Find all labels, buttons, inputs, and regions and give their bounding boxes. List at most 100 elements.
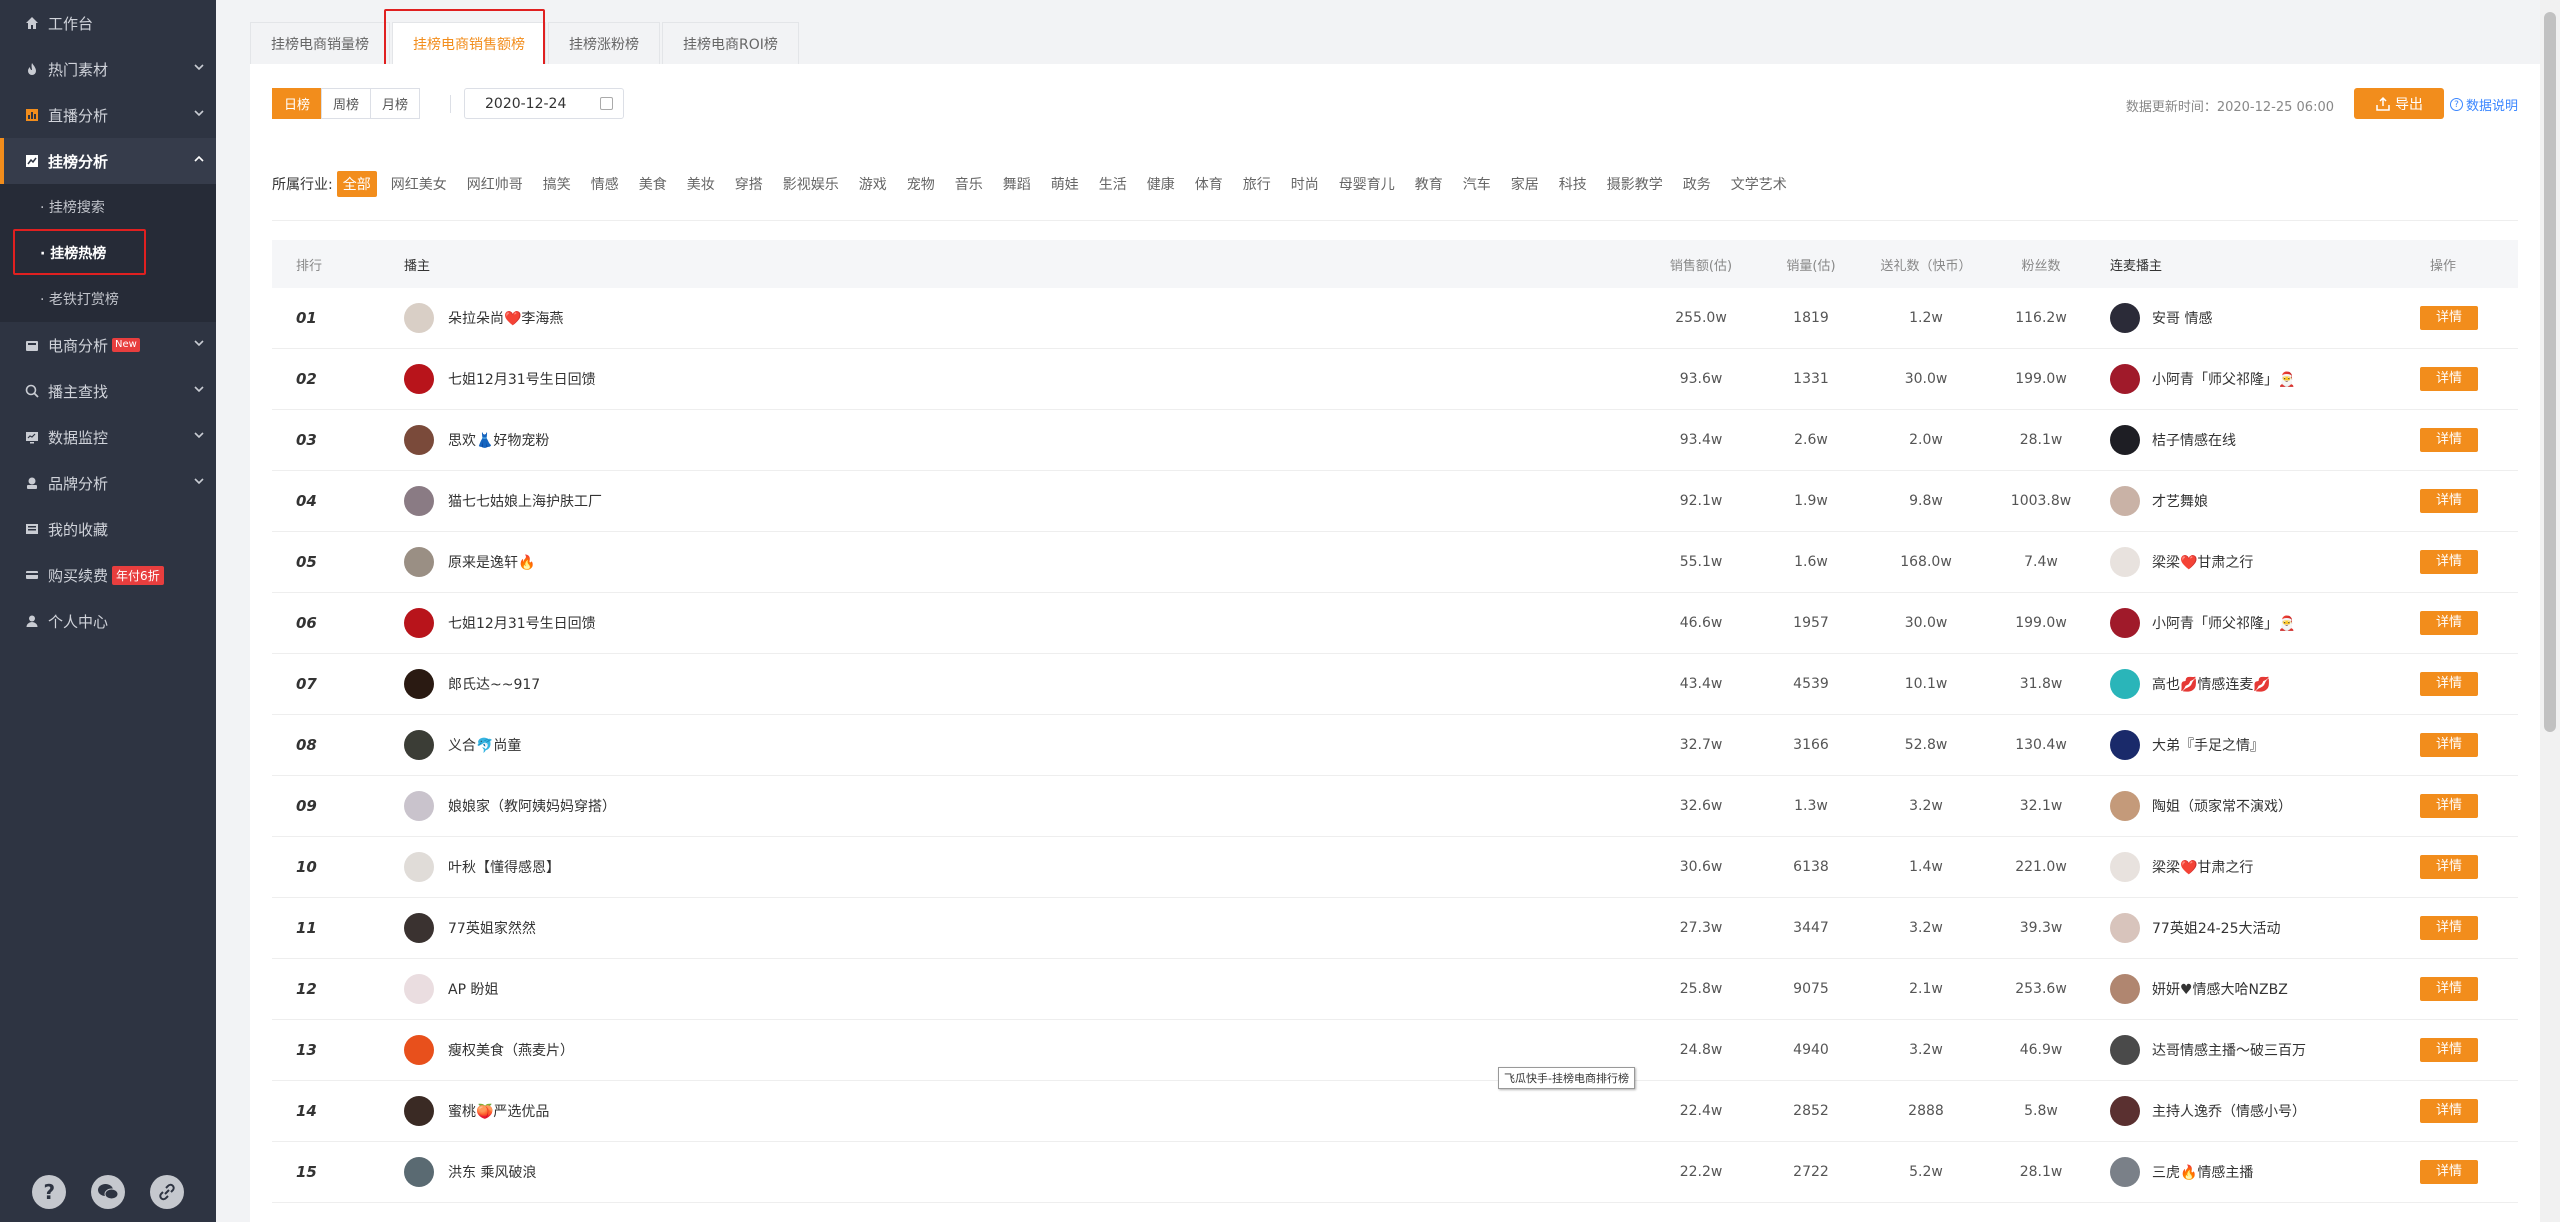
industry-tag[interactable]: 政务 — [1677, 171, 1717, 197]
linked-anchor-cell[interactable]: 小阿青「师父祁隆」🎅 — [2096, 608, 2400, 638]
industry-tag[interactable]: 美食 — [633, 171, 673, 197]
anchor-cell[interactable]: 蜜桃🍑严选优品 — [404, 1096, 1646, 1126]
detail-button[interactable]: 详情 — [2420, 489, 2478, 513]
detail-button[interactable]: 详情 — [2420, 428, 2478, 452]
tab-ecommerce-roi[interactable]: 挂榜电商ROI榜 — [662, 22, 799, 64]
anchor-cell[interactable]: AP 盼姐 — [404, 974, 1646, 1004]
detail-button[interactable]: 详情 — [2420, 977, 2478, 1001]
table-row[interactable]: 07 郎氏达~~917 43.4w 4539 10.1w 31.8w 高也💋情感连麦💋 详情 — [272, 654, 2518, 715]
industry-tag[interactable]: 萌娃 — [1045, 171, 1085, 197]
industry-tag[interactable]: 母婴育儿 — [1333, 171, 1401, 197]
linked-anchor-cell[interactable]: 陶姐（顽家常不演戏） — [2096, 791, 2400, 821]
industry-tag[interactable]: 教育 — [1409, 171, 1449, 197]
detail-button[interactable]: 详情 — [2420, 306, 2478, 330]
help-icon[interactable]: ? — [32, 1175, 67, 1209]
industry-tag[interactable]: 影视娱乐 — [777, 171, 845, 197]
sidebar-item-brand-analysis[interactable]: 品牌分析 — [0, 460, 216, 506]
table-row[interactable]: 06 七姐12月31号生日回馈 46.6w 1957 30.0w 199.0w 小阿青「师父… — [272, 593, 2518, 654]
industry-tag[interactable]: 情感 — [585, 171, 625, 197]
sidebar-item-live-analysis[interactable]: 直播分析 — [0, 92, 216, 138]
detail-button[interactable]: 详情 — [2420, 794, 2478, 818]
detail-button[interactable]: 详情 — [2420, 1099, 2478, 1123]
industry-tag[interactable]: 网红美女 — [385, 171, 453, 197]
header-gifts[interactable]: 送礼数（快币） — [1866, 255, 1986, 274]
industry-tag[interactable]: 汽车 — [1457, 171, 1497, 197]
linked-anchor-cell[interactable]: 高也💋情感连麦💋 — [2096, 669, 2400, 699]
link-icon[interactable] — [149, 1175, 184, 1209]
industry-tag[interactable]: 旅行 — [1237, 171, 1277, 197]
sidebar-item-rank-analysis[interactable]: 挂榜分析 — [0, 138, 216, 184]
export-button[interactable]: 导出 — [2354, 88, 2444, 119]
header-quantity[interactable]: 销量(估) — [1756, 255, 1866, 274]
anchor-cell[interactable]: 义合🐬尚童 — [404, 730, 1646, 760]
detail-button[interactable]: 详情 — [2420, 611, 2478, 635]
date-picker[interactable]: 2020-12-24 — [464, 88, 624, 119]
industry-tag[interactable]: 穿搭 — [729, 171, 769, 197]
period-monthly-button[interactable]: 月榜 — [370, 88, 421, 119]
industry-tag[interactable]: 家居 — [1505, 171, 1545, 197]
sidebar-item-data-monitor[interactable]: 数据监控 — [0, 414, 216, 460]
sidebar-subitem-rank-search[interactable]: · 挂榜搜索 — [0, 184, 216, 230]
anchor-cell[interactable]: 洪东 乘风破浪 — [404, 1157, 1646, 1187]
industry-tag[interactable]: 网红帅哥 — [461, 171, 529, 197]
sidebar-item-hot-material[interactable]: 热门素材 — [0, 46, 216, 92]
detail-button[interactable]: 详情 — [2420, 1160, 2478, 1184]
anchor-cell[interactable]: 七姐12月31号生日回馈 — [404, 364, 1646, 394]
linked-anchor-cell[interactable]: 大弟『手足之情』 — [2096, 730, 2400, 760]
table-row[interactable]: 09 娘娘家（教阿姨妈妈穿搭） 32.6w 1.3w 3.2w 32.1w 陶姐（顽家常不演… — [272, 776, 2518, 837]
industry-tag[interactable]: 美妆 — [681, 171, 721, 197]
linked-anchor-cell[interactable]: 三虎🔥情感主播 — [2096, 1157, 2400, 1187]
anchor-cell[interactable]: 七姐12月31号生日回馈 — [404, 608, 1646, 638]
linked-anchor-cell[interactable]: 梁梁❤️甘肃之行 — [2096, 547, 2400, 577]
anchor-cell[interactable]: 郎氏达~~917 — [404, 669, 1646, 699]
industry-tag[interactable]: 文学艺术 — [1725, 171, 1793, 197]
anchor-cell[interactable]: 朵拉朵尚❤️李海燕 — [404, 303, 1646, 333]
industry-tag[interactable]: 时尚 — [1285, 171, 1325, 197]
industry-tag[interactable]: 游戏 — [853, 171, 893, 197]
period-weekly-button[interactable]: 周榜 — [321, 88, 372, 119]
detail-button[interactable]: 详情 — [2420, 916, 2478, 940]
table-row[interactable]: 14 蜜桃🍑严选优品 22.4w 2852 2888 5.8w 主持人逸乔（情感小号） 详情 — [272, 1081, 2518, 1142]
industry-tag[interactable]: 科技 — [1553, 171, 1593, 197]
linked-anchor-cell[interactable]: 主持人逸乔（情感小号） — [2096, 1096, 2400, 1126]
linked-anchor-cell[interactable]: 安哥 情感 — [2096, 303, 2400, 333]
industry-tag[interactable]: 搞笑 — [537, 171, 577, 197]
sidebar-item-profile[interactable]: 个人中心 — [0, 598, 216, 644]
header-sales[interactable]: 销售额(估) — [1646, 255, 1756, 274]
anchor-cell[interactable]: 瘦权美食（燕麦片） — [404, 1035, 1646, 1065]
detail-button[interactable]: 详情 — [2420, 733, 2478, 757]
anchor-cell[interactable]: 猫七七姑娘上海护肤工厂 — [404, 486, 1646, 516]
anchor-cell[interactable]: 77英姐家然然 — [404, 913, 1646, 943]
linked-anchor-cell[interactable]: 达哥情感主播～破三百万 — [2096, 1035, 2400, 1065]
table-row[interactable]: 13 瘦权美食（燕麦片） 24.8w 4940 3.2w 46.9w 达哥情感主播～破三百万… — [272, 1020, 2518, 1081]
sidebar-item-workbench[interactable]: 工作台 — [0, 0, 216, 46]
table-row[interactable]: 02 七姐12月31号生日回馈 93.6w 1331 30.0w 199.0w 小阿青「师父… — [272, 349, 2518, 410]
sidebar-item-ecommerce-analysis[interactable]: 电商分析 New — [0, 322, 216, 368]
industry-tag[interactable]: 生活 — [1093, 171, 1133, 197]
industry-tag[interactable]: 舞蹈 — [997, 171, 1037, 197]
detail-button[interactable]: 详情 — [2420, 672, 2478, 696]
industry-tag[interactable]: 摄影教学 — [1601, 171, 1669, 197]
linked-anchor-cell[interactable]: 才艺舞娘 — [2096, 486, 2400, 516]
table-row[interactable]: 05 原来是逸轩🔥 55.1w 1.6w 168.0w 7.4w 梁梁❤️甘肃之行 详情 — [272, 532, 2518, 593]
detail-button[interactable]: 详情 — [2420, 855, 2478, 879]
table-row[interactable]: 10 叶秋【懂得感恩】 30.6w 6138 1.4w 221.0w 梁梁❤️甘肃之行 详情 — [272, 837, 2518, 898]
linked-anchor-cell[interactable]: 桔子情感在线 — [2096, 425, 2400, 455]
table-row[interactable]: 03 思欢👗好物宠粉 93.4w 2.6w 2.0w 28.1w 桔子情感在线 详情 — [272, 410, 2518, 471]
industry-tag[interactable]: 体育 — [1189, 171, 1229, 197]
tab-ecommerce-volume[interactable]: 挂榜电商销量榜 — [250, 22, 390, 64]
tab-fans-growth[interactable]: 挂榜涨粉榜 — [548, 22, 660, 64]
industry-tag[interactable]: 全部 — [336, 171, 377, 197]
sidebar-item-purchase[interactable]: 购买续费 年付6折 — [0, 552, 216, 598]
linked-anchor-cell[interactable]: 小阿青「师父祁隆」🎅 — [2096, 364, 2400, 394]
anchor-cell[interactable]: 原来是逸轩🔥 — [404, 547, 1646, 577]
table-row[interactable]: 12 AP 盼姐 25.8w 9075 2.1w 253.6w 妍妍♥情感大哈NZBZ 详情 — [272, 959, 2518, 1020]
detail-button[interactable]: 详情 — [2420, 367, 2478, 391]
linked-anchor-cell[interactable]: 77英姐24-25大活动 — [2096, 913, 2400, 943]
sidebar-item-favorites[interactable]: 我的收藏 — [0, 506, 216, 552]
linked-anchor-cell[interactable]: 梁梁❤️甘肃之行 — [2096, 852, 2400, 882]
linked-anchor-cell[interactable]: 妍妍♥情感大哈NZBZ — [2096, 974, 2400, 1004]
page-scrollbar[interactable] — [2540, 0, 2560, 1222]
table-row[interactable]: 08 义合🐬尚童 32.7w 3166 52.8w 130.4w 大弟『手足之情』 详情 — [272, 715, 2518, 776]
table-row[interactable]: 01 朵拉朵尚❤️李海燕 255.0w 1819 1.2w 116.2w 安哥 情感 详情 — [272, 288, 2518, 349]
